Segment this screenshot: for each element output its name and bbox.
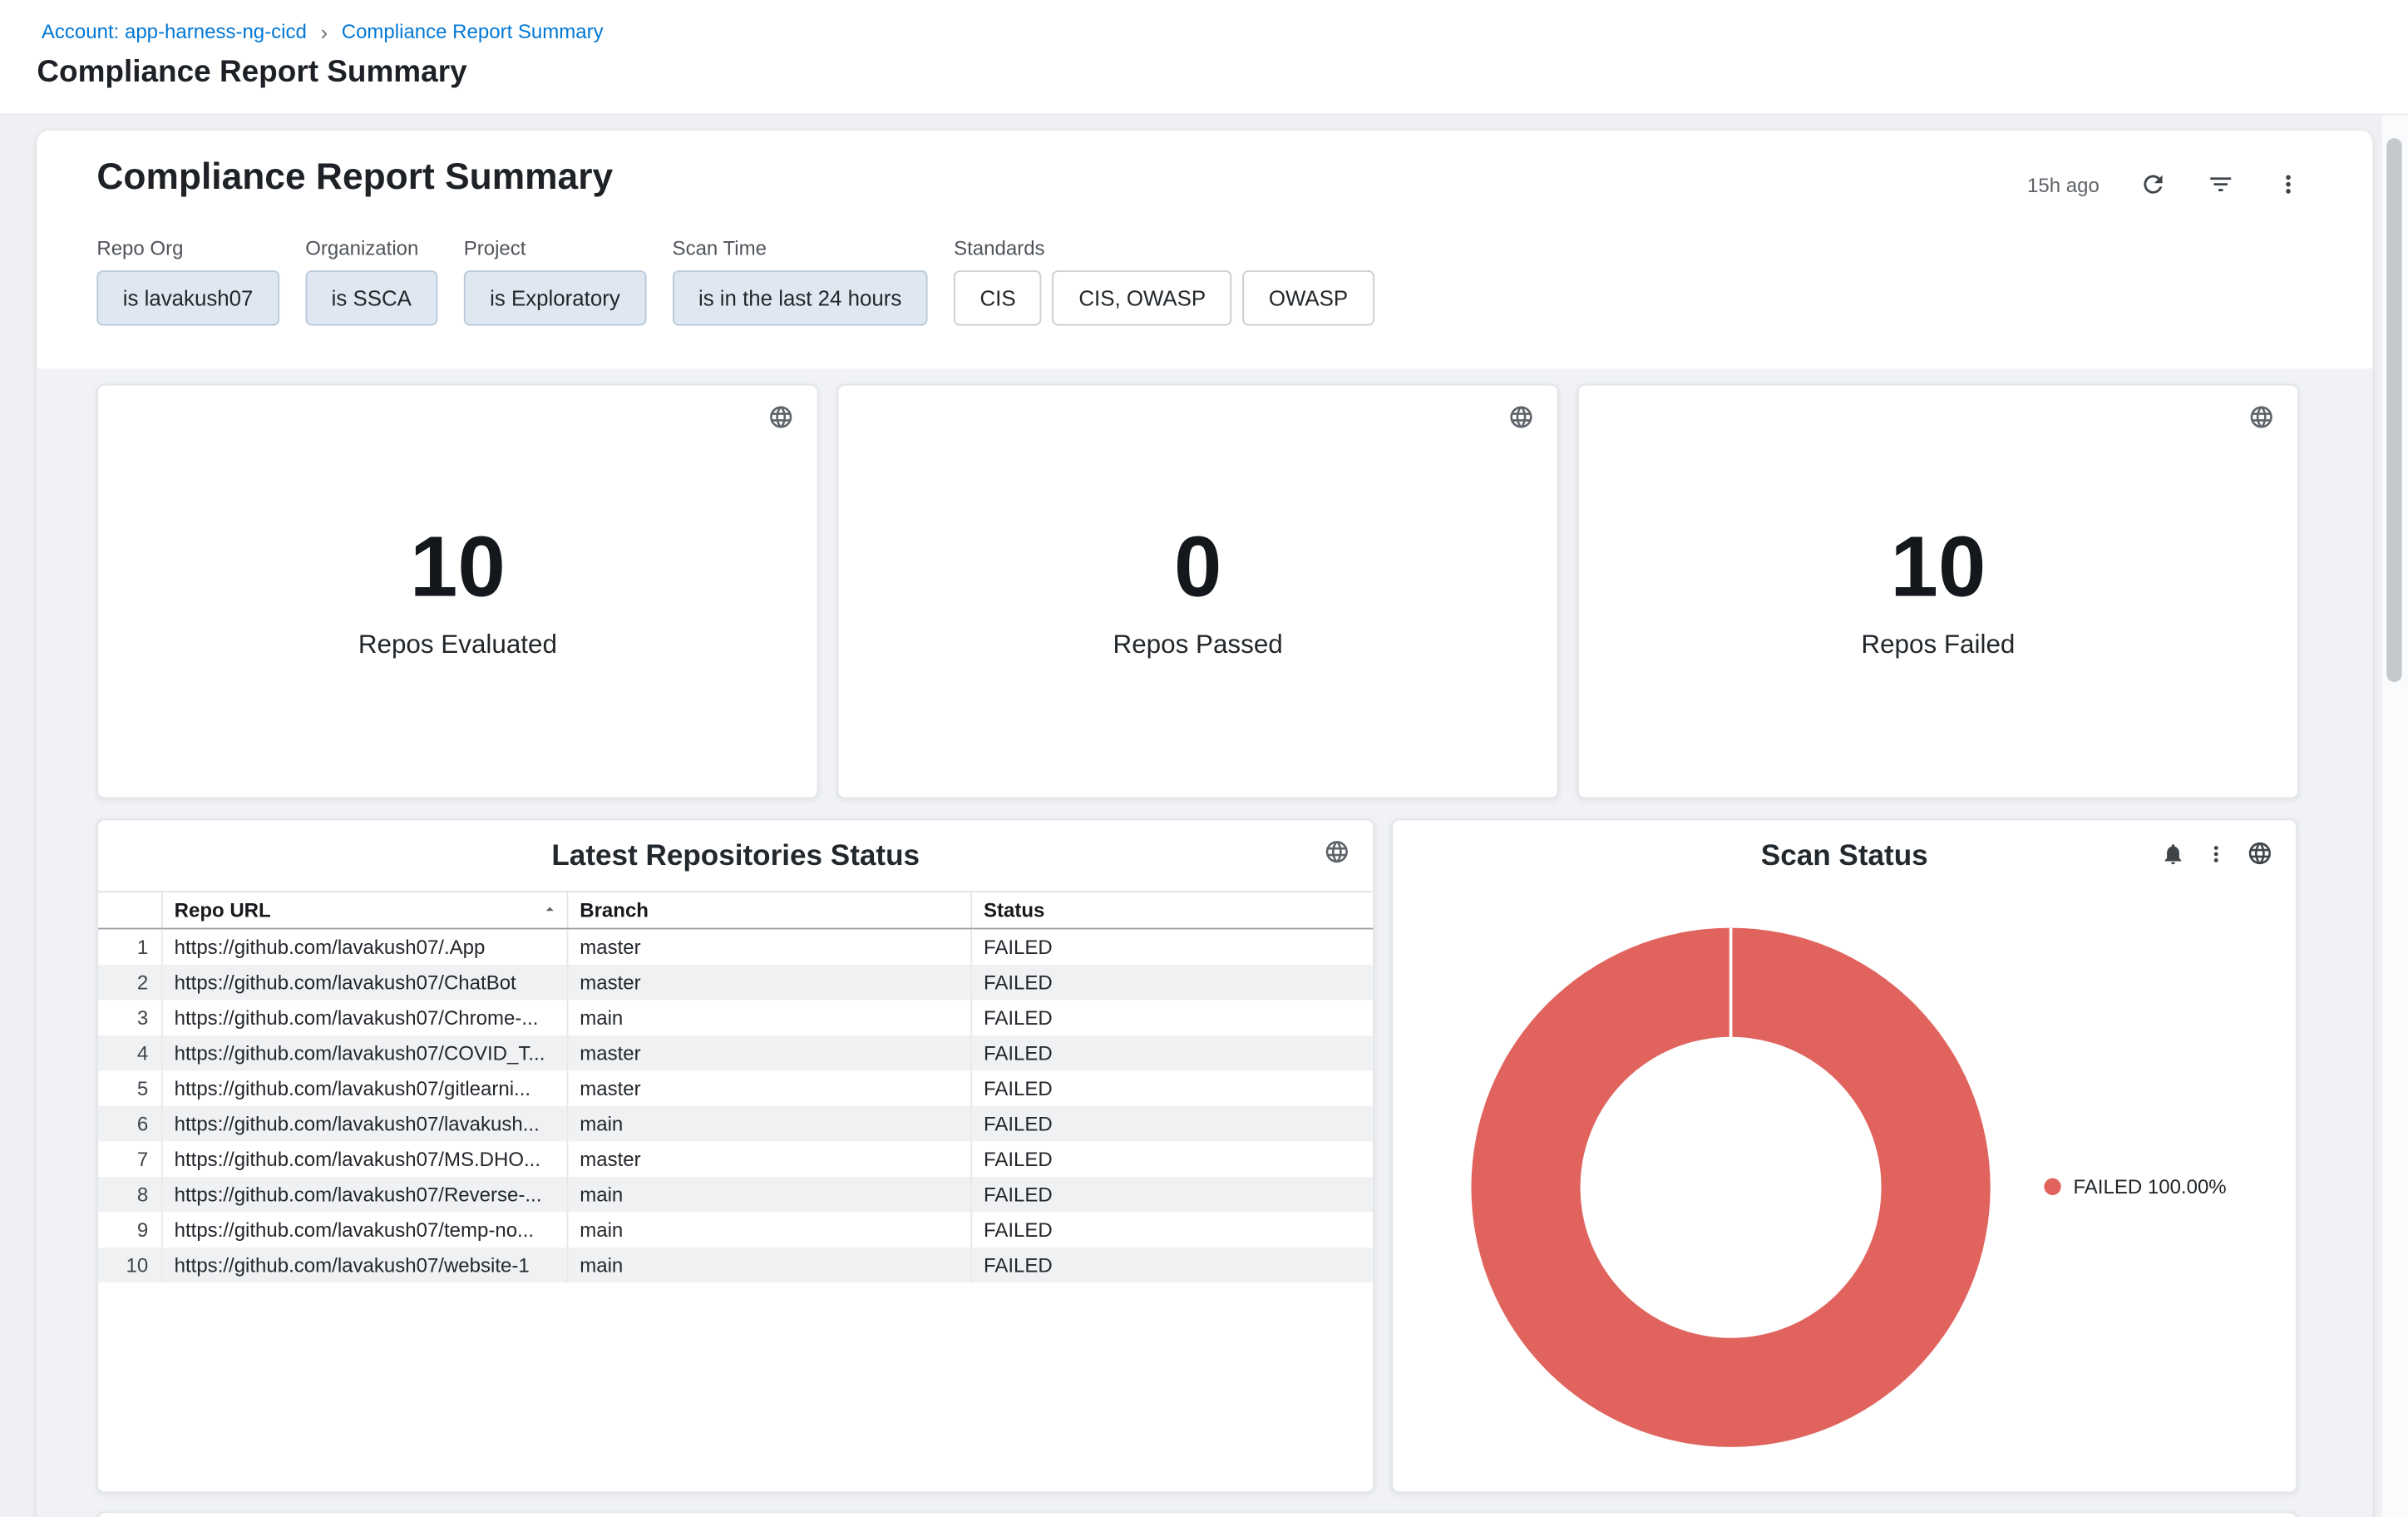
legend-label: FAILED 100.00% [2073, 1175, 2226, 1198]
breadcrumb-account-link[interactable]: Account: app-harness-ng-cicd [42, 20, 307, 43]
breadcrumb-separator-icon: › [320, 21, 328, 42]
globe-icon[interactable] [1324, 838, 1350, 872]
repo-table: Repo URL Branch Status 1https://github.c… [98, 891, 1373, 1282]
dashboard-controls: 15h ago [2027, 170, 2302, 198]
scan-status-tile: Scan Status FAILED 100.00% [1391, 818, 2297, 1493]
tile-title: Latest Repositories Status [98, 820, 1373, 874]
filter-organization: Organization is SSCA [305, 236, 437, 325]
filter-chip-project[interactable]: is Exploratory [464, 270, 646, 325]
next-tile-partial [96, 1511, 2297, 1517]
page-header: Account: app-harness-ng-cicd › Complianc… [0, 0, 2408, 116]
filter-chip-scan-time[interactable]: is in the last 24 hours [673, 270, 928, 325]
filter-bar: Repo Org is lavakush07 Organization is S… [96, 236, 1374, 325]
filter-project: Project is Exploratory [464, 236, 646, 325]
row-number-header [98, 892, 161, 928]
kpi-tile-repos-failed[interactable]: 10 Repos Failed [1577, 384, 2299, 799]
table-row[interactable]: 1https://github.com/lavakush07/.Appmaste… [98, 929, 1373, 965]
viewport: Account: app-harness-ng-cicd › Complianc… [0, 0, 2408, 1517]
table-header-row: Repo URL Branch Status [98, 892, 1373, 928]
dashboard-panel: Compliance Report Summary 15h ago Repo O… [37, 131, 2372, 1517]
kpi-value: 0 [1174, 522, 1222, 613]
table-row[interactable]: 9https://github.com/lavakush07/temp-no..… [98, 1212, 1373, 1247]
filter-chip-standard-cis-owasp[interactable]: CIS, OWASP [1053, 270, 1232, 325]
more-options-icon[interactable] [2274, 170, 2302, 198]
filter-label: Repo Org [96, 236, 279, 259]
kpi-tile-repos-evaluated[interactable]: 10 Repos Evaluated [96, 384, 818, 799]
donut-slice-boundary [1730, 928, 1733, 1039]
main-area: Compliance Report Summary 15h ago Repo O… [0, 116, 2408, 1517]
last-refreshed-label: 15h ago [2027, 173, 2100, 196]
donut-chart-failed-slice[interactable] [1471, 928, 1990, 1447]
kpi-value: 10 [1890, 522, 1986, 613]
kpi-value: 10 [410, 522, 506, 613]
globe-icon[interactable] [2248, 404, 2274, 438]
filter-chip-standard-cis[interactable]: CIS [954, 270, 1042, 325]
legend-color-dot [2044, 1179, 2060, 1195]
page-title: Compliance Report Summary [37, 55, 466, 90]
table-row[interactable]: 6https://github.com/lavakush07/lavakush.… [98, 1106, 1373, 1141]
dashboard-title: Compliance Report Summary [96, 156, 613, 200]
filter-scan-time: Scan Time is in the last 24 hours [673, 236, 928, 325]
table-row[interactable]: 3https://github.com/lavakush07/Chrome-..… [98, 1000, 1373, 1035]
scrollbar-thumb[interactable] [2386, 138, 2401, 682]
table-row[interactable]: 10https://github.com/lavakush07/website-… [98, 1248, 1373, 1282]
globe-icon[interactable] [2247, 840, 2272, 866]
column-header-status[interactable]: Status [970, 892, 1373, 928]
kpi-tile-repos-passed[interactable]: 0 Repos Passed [837, 384, 1559, 799]
filter-chip-standard-owasp[interactable]: OWASP [1242, 270, 1374, 325]
filter-chip-organization[interactable]: is SSCA [305, 270, 437, 325]
filter-label: Standards [954, 236, 1374, 259]
filter-label: Project [464, 236, 646, 259]
latest-repositories-tile: Latest Repositories Status Repo URL [96, 818, 1374, 1493]
dashboard-canvas: 10 Repos Evaluated 0 Repos Passed 10 Rep… [37, 368, 2372, 1517]
filter-icon[interactable] [2207, 170, 2234, 198]
more-options-icon[interactable] [2203, 841, 2228, 866]
filter-standards: Standards CIS CIS, OWASP OWASP [954, 236, 1374, 325]
app-window: Account: app-harness-ng-cicd › Complianc… [0, 0, 2408, 1517]
column-header-repo-url[interactable]: Repo URL [161, 892, 567, 928]
refresh-icon[interactable] [2139, 170, 2167, 198]
table-row[interactable]: 8https://github.com/lavakush07/Reverse-.… [98, 1177, 1373, 1212]
globe-icon[interactable] [768, 404, 794, 438]
breadcrumb: Account: app-harness-ng-cicd › Complianc… [42, 20, 604, 43]
kpi-label: Repos Passed [1113, 630, 1283, 660]
table-row[interactable]: 7https://github.com/lavakush07/MS.DHO...… [98, 1141, 1373, 1176]
kpi-label: Repos Evaluated [358, 630, 557, 660]
filter-label: Organization [305, 236, 437, 259]
filter-chip-repo-org[interactable]: is lavakush07 [96, 270, 279, 325]
filter-repo-org: Repo Org is lavakush07 [96, 236, 279, 325]
table-row[interactable]: 5https://github.com/lavakush07/gitlearni… [98, 1070, 1373, 1105]
filter-label: Scan Time [673, 236, 928, 259]
sort-ascending-icon [540, 900, 558, 923]
table-row[interactable]: 4https://github.com/lavakush07/COVID_T..… [98, 1035, 1373, 1070]
legend-item-failed[interactable]: FAILED 100.00% [2044, 1175, 2226, 1198]
kpi-label: Repos Failed [1861, 630, 2015, 660]
table-row[interactable]: 2https://github.com/lavakush07/ChatBotma… [98, 965, 1373, 1000]
bell-icon[interactable] [2161, 841, 2186, 866]
globe-icon[interactable] [1508, 404, 1534, 438]
tile-actions [2161, 840, 2273, 866]
breadcrumb-current-link[interactable]: Compliance Report Summary [342, 20, 604, 43]
column-header-branch[interactable]: Branch [567, 892, 971, 928]
